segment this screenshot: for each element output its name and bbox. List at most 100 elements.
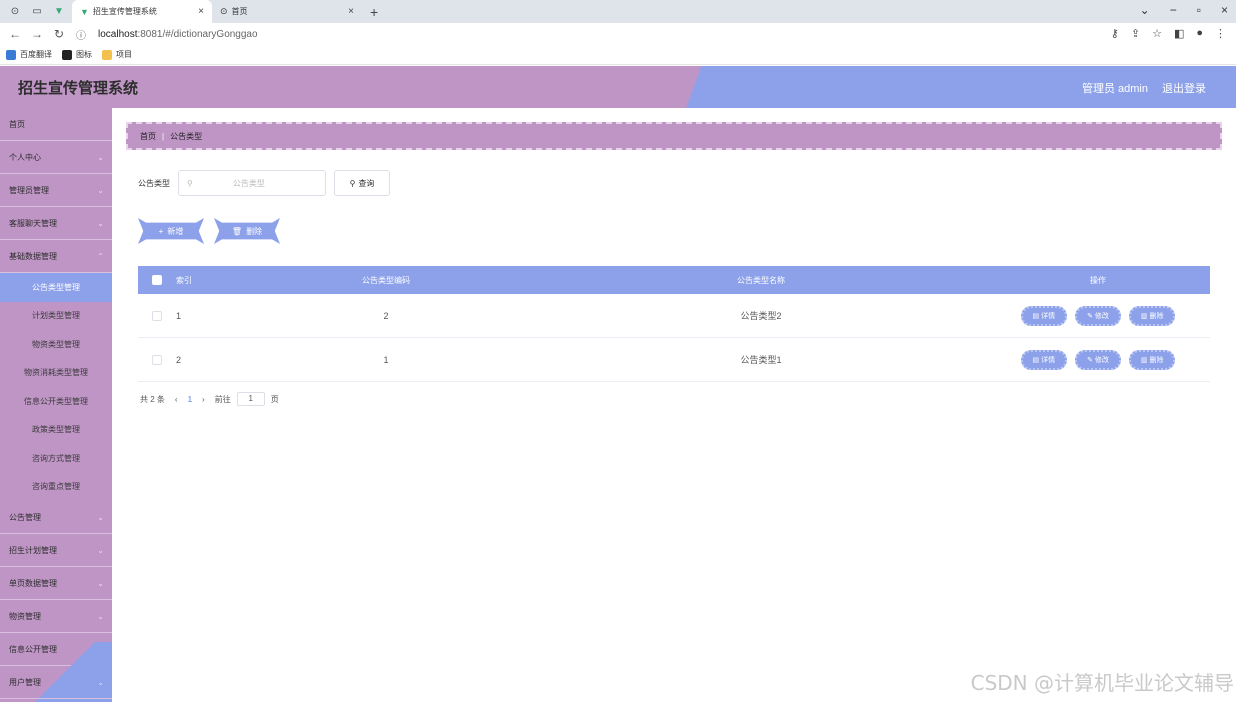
sidebar-subitem-label: 物资类型管理 [32,339,80,349]
sidebar-item-notice[interactable]: 公告管理 ⌄ [0,501,112,534]
share-icon[interactable]: ⇪ [1131,27,1140,40]
pager-next-icon[interactable]: › [202,395,205,404]
query-button[interactable]: ⚲ 查询 [334,170,390,196]
sidebar-item-singlepage[interactable]: 单页数据管理 ⌄ [0,567,112,600]
row-delete-button[interactable]: ▥ 删除 [1128,349,1176,370]
delete-button[interactable]: 🗑 删除 [214,218,280,244]
url-field[interactable]: localhost:8081/#/dictionaryGonggao [98,29,258,40]
sidebar-subitem-consume-type[interactable]: 物资消耗类型管理 [0,359,112,388]
bookmark-translate[interactable]: 百度翻译 [6,49,52,60]
info-icon[interactable]: ⓘ [74,27,88,42]
breadcrumb-home[interactable]: 首页 [140,131,156,142]
key-icon[interactable]: ⚷ [1111,27,1119,40]
header-ops: 操作 [1090,275,1106,285]
close-icon[interactable]: × [348,6,354,17]
browser-menu-icon[interactable]: ⊙ [8,5,22,19]
detail-button[interactable]: ▤ 详情 [1020,305,1068,326]
bookmark-icons[interactable]: 图标 [62,49,92,60]
sidebar-item-label: 单页数据管理 [9,578,57,588]
row-delete-button[interactable]: ▥ 删除 [1128,305,1176,326]
sidebar-subitem-material-type[interactable]: 物资类型管理 [0,330,112,359]
detail-button[interactable]: ▤ 详情 [1020,349,1068,370]
sidebar-item-label: 信息公开管理 [9,644,57,654]
sidebar-item-profile[interactable]: 个人中心 ⌄ [0,141,112,174]
cell-code: 1 [383,354,389,365]
sidebar-item-plan[interactable]: 招生计划管理 ⌄ [0,534,112,567]
watermark: CSDN @计算机毕业论文辅导 [970,671,1234,695]
add-button[interactable]: + 新增 [138,218,204,244]
back-icon[interactable]: ← [8,27,22,41]
pager-prev-icon[interactable]: ‹ [175,395,178,404]
sidebar-subitem-info-type[interactable]: 信息公开类型管理 [0,387,112,416]
search-input[interactable]: ⚲ 公告类型 [178,170,326,196]
sidebar-subitem-label: 信息公开类型管理 [24,396,88,406]
sidebar-item-material[interactable]: 物资管理 ⌄ [0,600,112,633]
sidebar-subitem-label: 公告类型管理 [32,282,80,292]
address-actions: ⚷ ⇪ ☆ ◧ ● ⋮ [1111,27,1226,40]
sidebar-item-label: 招生计划管理 [9,545,57,555]
chevron-down-icon: ⌄ [97,644,104,654]
reload-icon[interactable]: ↻ [52,27,66,41]
edit-icon: ✎ [1087,312,1095,320]
close-window-icon[interactable]: × [1221,3,1228,17]
forward-icon[interactable]: → [30,27,44,41]
pager-page-input[interactable]: 1 [236,392,265,406]
more-icon[interactable]: ⋮ [1215,27,1226,40]
sidebar-item-home[interactable]: 首页 [0,108,112,141]
sidebar-item-admin[interactable]: 管理员管理 ⌄ [0,174,112,207]
bookmark-label: 百度翻译 [20,50,52,59]
restore-icon[interactable]: ▫ [1197,3,1201,17]
sidebar-item-info[interactable]: 信息公开管理 ⌄ [0,633,112,666]
tab-label: 招生宣传管理系统 [92,7,157,16]
select-all-checkbox[interactable] [152,275,162,285]
user-area: 管理员 admin 退出登录 [1082,80,1206,96]
sidebar-item-users[interactable]: 用户管理 ⌄ [0,666,112,699]
row-checkbox[interactable] [152,310,162,321]
sidebar-item-chat[interactable]: 客服聊天管理 ⌄ [0,207,112,240]
sidebar-subitem-consult-focus[interactable]: 咨询重点管理 [0,473,112,502]
sidebar-subitem-policy-type[interactable]: 政策类型管理 [0,416,112,445]
tab-strip-icon[interactable]: ▭ [30,5,44,19]
bookmark-project[interactable]: 项目 [102,49,132,60]
cell-index: 2 [176,354,182,365]
data-table: 索引 公告类型编码 公告类型名称 操作 1 2 公告类型2 ▤ 详情 ✎ 修改 … [138,266,1210,382]
logout-link[interactable]: 退出登录 [1162,80,1206,96]
sidebar-subitem-consult-method[interactable]: 咨询方式管理 [0,444,112,473]
close-icon[interactable]: × [198,6,204,17]
app-header: 招生宣传管理系统 管理员 admin 退出登录 [0,66,1236,108]
trash-icon: ▥ [1140,312,1150,320]
app-title: 招生宣传管理系统 [18,79,139,97]
tab-home[interactable]: ⊙ 首页 × [212,0,362,23]
browser-tab-bar: ⊙ ▭ ▼ ▼ 招生宣传管理系统 × ⊙ 首页 × + ⌄ − ▫ × [0,0,1236,23]
minimize-icon[interactable]: − [1170,3,1177,17]
edit-button[interactable]: ✎ 修改 [1075,305,1121,326]
chevron-down-icon[interactable]: ⌄ [1140,3,1150,17]
url-path: :8081/#/dictionaryGonggao [137,28,258,40]
user-label: 管理员 admin [1081,83,1148,95]
delete-label: 删除 [1149,356,1164,364]
sidebar-subitem-plan-type[interactable]: 计划类型管理 [0,302,112,331]
cell-index: 1 [176,310,182,321]
query-button-label: 查询 [358,178,375,188]
delete-button-label: 删除 [246,226,263,236]
profile-icon[interactable]: ● [1196,27,1203,40]
edit-button[interactable]: ✎ 修改 [1075,349,1121,370]
new-tab-icon[interactable]: + [370,4,378,20]
header-code: 公告类型编码 [362,275,410,285]
sidebar-item-label: 客服聊天管理 [9,218,57,228]
sidebar-item-label: 个人中心 [9,152,41,162]
sidebar-subitem-label: 咨询重点管理 [32,482,80,492]
sidepanel-icon[interactable]: ◧ [1174,27,1184,40]
sidebar-item-basedata[interactable]: 基础数据管理 ⌃ [0,240,112,273]
row-check-cell [138,310,176,321]
sidebar-subitem-notice-type[interactable]: 公告类型管理 [0,273,112,302]
pager-current[interactable]: 1 [188,395,192,404]
row-checkbox[interactable] [152,354,162,365]
tab-app[interactable]: ▼ 招生宣传管理系统 × [72,0,212,23]
document-icon: ▤ [1032,312,1042,320]
chevron-up-icon: ⌃ [97,251,104,261]
vue-tab-icon[interactable]: ▼ [52,5,66,19]
cell-name: 公告类型2 [740,311,782,321]
sidebar-item-label: 公告管理 [9,512,41,522]
star-icon[interactable]: ☆ [1152,27,1162,40]
